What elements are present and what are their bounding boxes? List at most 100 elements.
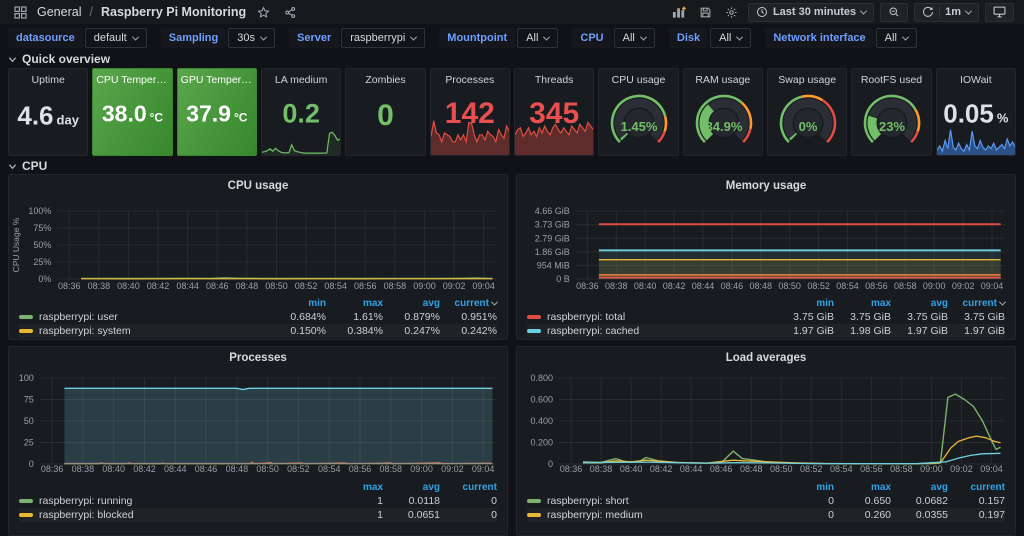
svg-text:09:02: 09:02: [443, 281, 466, 291]
save-icon[interactable]: [696, 3, 716, 21]
series-toggle[interactable]: raspberrypi: system: [19, 325, 269, 337]
panel-title[interactable]: Swap usage: [768, 74, 846, 86]
panel-title[interactable]: RootFS used: [852, 74, 930, 86]
series-toggle[interactable]: raspberrypi: running: [19, 495, 326, 507]
svg-text:08:52: 08:52: [807, 281, 830, 291]
series-swatch-icon: [527, 513, 541, 517]
svg-text:08:48: 08:48: [236, 281, 259, 291]
chart-panel-memory-usage-chart: Memory usage08:3608:3808:4008:4208:4408:…: [516, 174, 1016, 340]
legend-column-current[interactable]: current: [440, 298, 497, 309]
filter-label: Disk: [669, 28, 708, 48]
stat-number: 0.2: [282, 98, 320, 129]
stat-unit: day: [57, 113, 79, 128]
time-range-picker[interactable]: Last 30 minutes: [748, 3, 874, 22]
legend-value: 0.684%: [269, 311, 326, 323]
legend-column-max[interactable]: max: [834, 298, 891, 309]
series-toggle[interactable]: raspberrypi: cached: [527, 325, 777, 337]
legend-column-current[interactable]: current: [440, 482, 497, 493]
series-swatch-icon: [19, 499, 33, 503]
panel-title[interactable]: CPU usage: [9, 180, 507, 192]
panel-title[interactable]: Load averages: [517, 352, 1015, 364]
settings-gear-icon[interactable]: [722, 3, 742, 21]
legend: maxavgcurrentraspberrypi: running10.0118…: [19, 481, 497, 522]
legend-column-min[interactable]: min: [777, 482, 834, 493]
series-toggle[interactable]: raspberrypi: medium: [527, 509, 777, 521]
row-header-cpu[interactable]: CPU: [8, 159, 47, 173]
breadcrumb-folder[interactable]: General: [37, 5, 81, 19]
row-header-quick-overview[interactable]: Quick overview: [8, 52, 110, 66]
legend-column-min[interactable]: min: [777, 298, 834, 309]
legend-row: raspberrypi: cached1.97 GiB1.98 GiB1.97 …: [527, 324, 1005, 338]
chevron-down-icon: [965, 7, 972, 14]
filter-value-dropdown[interactable]: 30s: [228, 28, 275, 48]
stat-panel-processes: Processes142: [430, 68, 510, 156]
stat-value: 37.9°C: [186, 100, 247, 127]
svg-text:08:58: 08:58: [384, 281, 407, 291]
stat-panel-iowait: IOWait0.05%: [936, 68, 1016, 156]
panel-title[interactable]: IOWait: [937, 74, 1015, 86]
legend-column-avg[interactable]: avg: [383, 298, 440, 309]
filter-server: Serverraspberrypi: [289, 28, 425, 48]
add-panel-icon[interactable]: [670, 3, 690, 21]
legend-column-avg[interactable]: avg: [891, 482, 948, 493]
filter-value-dropdown[interactable]: All: [876, 28, 917, 48]
plot: 08:3608:3808:4008:4208:4408:4608:4808:50…: [517, 175, 1015, 307]
panel-title[interactable]: Uptime: [9, 74, 87, 86]
gauge: 1.45%: [599, 87, 678, 151]
svg-text:08:40: 08:40: [102, 464, 125, 474]
filter-value-dropdown[interactable]: raspberrypi: [341, 28, 425, 48]
panel-title[interactable]: LA medium: [262, 74, 340, 86]
stat-panel-threads: Threads345: [514, 68, 594, 156]
refresh-picker[interactable]: 1m: [914, 3, 979, 22]
legend-column-avg[interactable]: avg: [383, 482, 440, 493]
legend-column-max[interactable]: max: [834, 482, 891, 493]
panel-title[interactable]: Threads: [515, 74, 593, 86]
filter-value-dropdown[interactable]: default: [85, 28, 147, 48]
svg-text:954 MiB: 954 MiB: [537, 260, 570, 270]
panel-title[interactable]: GPU Temperat…: [178, 74, 256, 86]
svg-text:09:02: 09:02: [952, 281, 975, 291]
filter-value-dropdown[interactable]: All: [517, 28, 558, 48]
legend-column-avg[interactable]: avg: [891, 298, 948, 309]
series-name: raspberrypi: total: [547, 311, 625, 323]
series-toggle[interactable]: raspberrypi: short: [527, 495, 777, 507]
svg-text:08:50: 08:50: [256, 464, 279, 474]
legend-row: raspberrypi: running10.01180: [19, 494, 497, 508]
legend-column-current[interactable]: current: [948, 482, 1005, 493]
panel-title[interactable]: Memory usage: [517, 180, 1015, 192]
filter-value-dropdown[interactable]: All: [710, 28, 751, 48]
panel-title[interactable]: Processes: [9, 352, 507, 364]
svg-text:09:00: 09:00: [413, 281, 436, 291]
monitor-icon: [993, 6, 1006, 18]
series-toggle[interactable]: raspberrypi: user: [19, 311, 269, 323]
dashboard-title[interactable]: Raspberry Pi Monitoring: [101, 5, 246, 19]
refresh-interval-label: 1m: [945, 6, 961, 18]
legend-value: 1: [326, 509, 383, 521]
svg-text:08:40: 08:40: [117, 281, 140, 291]
filter-value-dropdown[interactable]: All: [614, 28, 655, 48]
panel-title[interactable]: Zombies: [346, 74, 424, 86]
legend-value: 0: [440, 495, 497, 507]
legend-column-max[interactable]: max: [326, 298, 383, 309]
legend-column-max[interactable]: max: [326, 482, 383, 493]
series-toggle[interactable]: raspberrypi: total: [527, 311, 777, 323]
stat-panel-ram-usage-gauge: RAM usage34.9%: [683, 68, 763, 156]
zoom-out-button[interactable]: [880, 3, 908, 22]
star-icon[interactable]: [253, 3, 273, 21]
legend-column-min[interactable]: min: [269, 298, 326, 309]
svg-text:08:46: 08:46: [710, 464, 733, 474]
legend-value: 0: [777, 509, 834, 521]
legend-value: 1.97 GiB: [777, 325, 834, 337]
series-swatch-icon: [527, 315, 541, 319]
apps-grid-icon[interactable]: [10, 3, 30, 21]
kiosk-mode-button[interactable]: [985, 3, 1014, 22]
panel-title[interactable]: CPU Temperat…: [93, 74, 171, 86]
panel-title[interactable]: Processes: [431, 74, 509, 86]
legend-value: 0.0682: [891, 495, 948, 507]
series-toggle[interactable]: raspberrypi: blocked: [19, 509, 326, 521]
panel-title[interactable]: CPU usage: [599, 74, 677, 86]
share-icon[interactable]: [280, 3, 300, 21]
panel-title[interactable]: RAM usage: [684, 74, 762, 86]
legend-column-current[interactable]: current: [948, 298, 1005, 309]
stat-panel-gpu-temp: GPU Temperat… 37.9°C: [177, 68, 257, 156]
